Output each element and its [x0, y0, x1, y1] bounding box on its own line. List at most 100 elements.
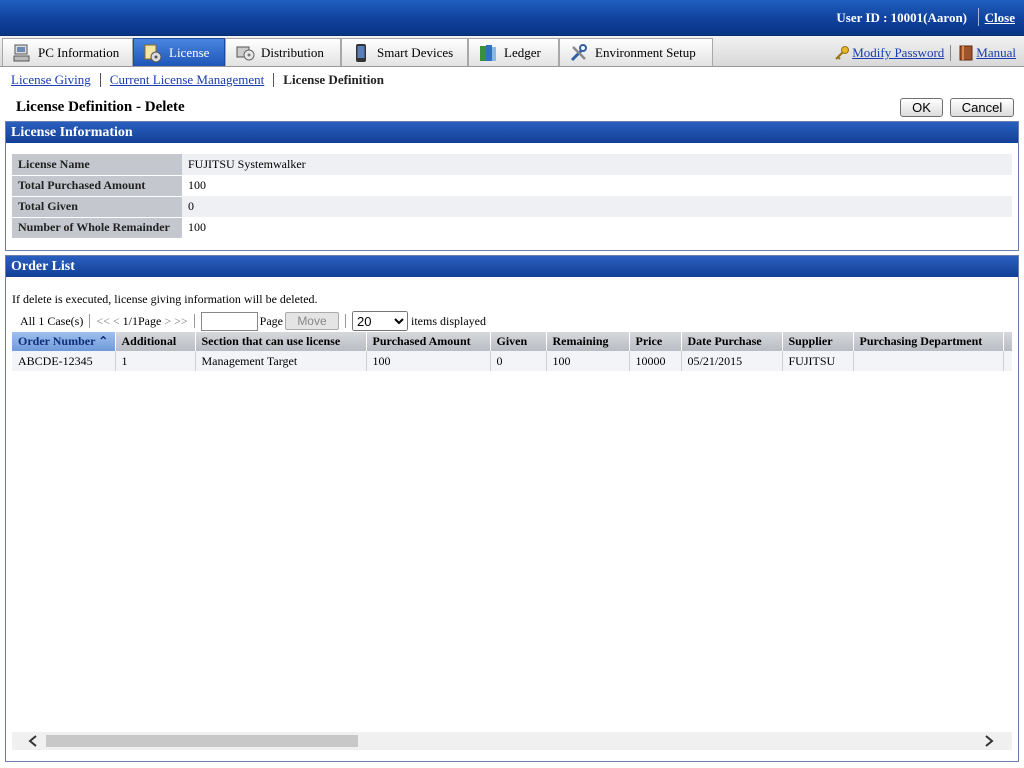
items-per-page-select[interactable]: 20	[351, 311, 408, 331]
license-icon	[142, 42, 164, 64]
order-table-header: Order Number ⌃ Additional Section that c…	[12, 332, 1012, 351]
column-given[interactable]: Given	[490, 332, 547, 351]
top-bar: User ID : 10001(Aaron) Close	[0, 0, 1024, 36]
first-page-link[interactable]: <<	[96, 314, 110, 329]
header-links: Modify Password Manual	[833, 44, 1016, 62]
tools-icon	[568, 42, 590, 64]
ok-button[interactable]: OK	[900, 98, 943, 117]
ledger-icon	[477, 42, 499, 64]
delete-notice: If delete is executed, license giving in…	[12, 292, 318, 306]
breadcrumb-license-giving[interactable]: License Giving	[11, 72, 91, 88]
page-title: License Definition - Delete	[16, 99, 185, 115]
breadcrumb-current: License Definition	[283, 72, 385, 87]
column-order-number[interactable]: Order Number ⌃	[12, 332, 116, 351]
info-row: Number of Whole Remainder 100	[12, 217, 1012, 239]
manual-link[interactable]: Manual	[976, 45, 1016, 61]
horizontal-scrollbar[interactable]	[12, 732, 1012, 750]
pager-separator	[344, 314, 346, 328]
cell-purchasing-department	[853, 351, 1004, 371]
tab-label: Ledger	[504, 44, 541, 60]
pager-separator	[193, 314, 195, 328]
scroll-left-icon[interactable]	[24, 732, 42, 750]
manual-book-icon	[957, 44, 975, 62]
order-list-heading: Order List	[6, 256, 1018, 277]
info-label: Total Given	[12, 196, 182, 218]
cell-price: 10000	[629, 351, 682, 371]
tab-distribution[interactable]: Distribution	[225, 38, 341, 66]
column-remaining[interactable]: Remaining	[546, 332, 630, 351]
cell-additional: 1	[115, 351, 196, 371]
column-truncated[interactable]	[1003, 332, 1012, 351]
cell-remaining: 100	[546, 351, 630, 371]
link-separator	[950, 45, 952, 61]
column-section[interactable]: Section that can use license	[195, 332, 367, 351]
info-label: Total Purchased Amount	[12, 175, 182, 197]
cell-truncated	[1003, 351, 1012, 371]
key-icon	[833, 44, 851, 62]
tab-label: PC Information	[38, 44, 120, 60]
tab-ledger[interactable]: Ledger	[468, 38, 559, 66]
info-value: 100	[182, 175, 1012, 196]
order-table-container: Order Number ⌃ Additional Section that c…	[12, 332, 1012, 372]
breadcrumb: License Giving Current License Managemen…	[11, 72, 384, 88]
info-row: Total Given 0	[12, 196, 1012, 218]
scrollbar-thumb[interactable]	[46, 735, 358, 747]
distribution-icon	[234, 42, 256, 64]
pager-separator	[89, 314, 91, 328]
info-label: Number of Whole Remainder	[12, 217, 182, 239]
close-link[interactable]: Close	[985, 10, 1015, 26]
info-row: License Name FUJITSU Systemwalker	[12, 154, 1012, 176]
info-label: License Name	[12, 154, 182, 176]
user-id-label: User ID : 10001(Aaron)	[836, 10, 967, 25]
page-number-input[interactable]	[200, 311, 258, 331]
info-value: 0	[182, 196, 1012, 217]
license-information-heading: License Information	[6, 122, 1018, 143]
last-page-link[interactable]: >>	[174, 314, 188, 329]
column-date-purchase[interactable]: Date Purchase	[681, 332, 783, 351]
cell-given: 0	[490, 351, 547, 371]
order-table: Order Number ⌃ Additional Section that c…	[12, 332, 1012, 371]
pager: All 1 Case(s) << < 1/1Page > >> Page Mov…	[20, 310, 486, 332]
column-additional[interactable]: Additional	[115, 332, 196, 351]
column-purchasing-department[interactable]: Purchasing Department	[853, 332, 1004, 351]
modify-password-link[interactable]: Modify Password	[852, 45, 944, 61]
tab-smart-devices[interactable]: Smart Devices	[341, 38, 468, 66]
scroll-right-icon[interactable]	[980, 732, 998, 750]
column-supplier[interactable]: Supplier	[782, 332, 854, 351]
tab-label: Environment Setup	[595, 44, 696, 60]
page-label: Page	[259, 313, 283, 328]
cell-purchased-amount: 100	[366, 351, 491, 371]
table-row[interactable]: ABCDE-12345 1 Management Target 100 0 10…	[12, 351, 1012, 371]
tab-label: Smart Devices	[377, 44, 454, 60]
next-page-link[interactable]: >	[164, 314, 171, 329]
order-list-panel: Order List If delete is executed, licens…	[5, 255, 1019, 762]
tab-label: License	[169, 44, 210, 60]
pc-icon	[11, 42, 33, 64]
cell-date-purchase: 05/21/2015	[681, 351, 783, 371]
tab-environment-setup[interactable]: Environment Setup	[559, 38, 713, 66]
column-price[interactable]: Price	[629, 332, 682, 351]
cell-supplier: FUJITSU	[782, 351, 854, 371]
info-value: FUJITSU Systemwalker	[182, 154, 1012, 175]
items-displayed-label: items displayed	[410, 313, 486, 328]
tab-pc-information[interactable]: PC Information	[2, 38, 133, 66]
license-information-table: License Name FUJITSU Systemwalker Total …	[12, 154, 1012, 239]
breadcrumb-current-license-management[interactable]: Current License Management	[110, 72, 265, 88]
move-button[interactable]: Move	[284, 312, 339, 330]
top-separator	[978, 8, 979, 26]
info-value: 100	[182, 217, 1012, 238]
smart-device-icon	[350, 42, 372, 64]
column-purchased-amount[interactable]: Purchased Amount	[366, 332, 491, 351]
license-information-panel: License Information License Name FUJITSU…	[5, 121, 1019, 251]
prev-page-link[interactable]: <	[113, 314, 120, 329]
sort-ascending-icon: ⌃	[98, 334, 109, 348]
tab-license[interactable]: License	[133, 38, 225, 66]
cell-order-number: ABCDE-12345	[12, 351, 116, 371]
case-count: All 1 Case(s)	[20, 313, 84, 328]
breadcrumb-separator	[273, 73, 275, 87]
page-info: 1/1Page	[122, 313, 162, 328]
cancel-button[interactable]: Cancel	[950, 98, 1014, 117]
tab-label: Distribution	[261, 44, 324, 60]
cell-section: Management Target	[195, 351, 367, 371]
info-row: Total Purchased Amount 100	[12, 175, 1012, 197]
